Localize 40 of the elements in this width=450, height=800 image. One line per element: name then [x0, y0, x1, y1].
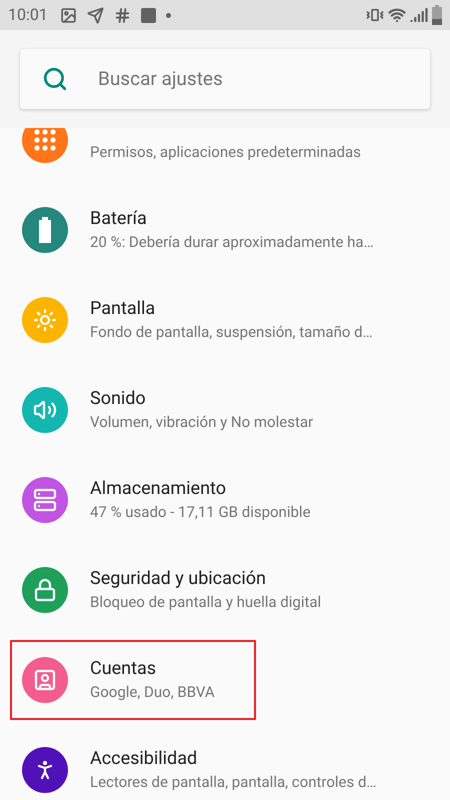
item-subtitle: Permisos, aplicaciones predeterminadas [90, 142, 361, 163]
person-card-icon [33, 668, 57, 692]
item-subtitle: Volumen, vibración y No molestar [90, 412, 314, 433]
vibrate-icon [366, 6, 384, 24]
item-subtitle: 47 % usado - 17,11 GB disponible [90, 502, 311, 523]
wifi-icon [388, 6, 406, 24]
item-subtitle: Google, Duo, BBVA [90, 682, 215, 703]
settings-item[interactable]: Accesibilidad Lectores de pantalla, pantalla, controles d… [0, 725, 450, 800]
settings-item[interactable]: Almacenamiento 47 % usado - 17,11 GB disponible [0, 455, 450, 545]
search-bar[interactable]: Buscar ajustes [20, 49, 430, 109]
item-title: Pantalla [90, 297, 156, 321]
battery-icon [38, 217, 52, 243]
battery-icon [432, 5, 442, 25]
settings-item[interactable]: Pantalla Fondo de pantalla, suspensión, tamaño d… [0, 275, 450, 365]
item-title: Batería [90, 207, 148, 231]
settings-item[interactable]: Seguridad y ubicación Bloqueo de pantalla y huella digital [0, 545, 450, 635]
search-icon [42, 66, 68, 92]
item-title: Cuentas [90, 657, 158, 681]
image-icon [60, 6, 77, 24]
item-subtitle: Fondo de pantalla, suspensión, tamaño d… [90, 322, 373, 343]
lock-icon [33, 578, 57, 602]
settings-item[interactable]: Sonido Volumen, vibración y No molestar [0, 365, 450, 455]
item-subtitle: Lectores de pantalla, pantalla, controles d… [90, 772, 376, 793]
item-title: Seguridad y ubicación [90, 567, 267, 591]
speaker-icon [33, 398, 57, 422]
settings-item[interactable]: Batería 20 %: Debería durar aproximadamente ha… [0, 185, 450, 275]
square-icon [140, 8, 156, 22]
storage-icon [33, 488, 57, 512]
settings-item[interactable]: Cuentas Google, Duo, BBVA [0, 635, 450, 725]
settings-item[interactable]: Permisos, aplicaciones predeterminadas [0, 128, 450, 185]
signal-icon [410, 6, 428, 24]
item-title: Sonido [90, 387, 147, 411]
item-title: Almacenamiento [90, 477, 228, 501]
item-subtitle: 20 %: Debería durar aproximadamente ha… [90, 232, 374, 253]
sun-icon [33, 308, 57, 332]
clock: 10:01 [8, 4, 48, 26]
hash-icon [114, 6, 131, 24]
send-icon [86, 6, 104, 24]
item-subtitle: Bloqueo de pantalla y huella digital [90, 592, 322, 613]
item-title: Accesibilidad [90, 747, 198, 771]
